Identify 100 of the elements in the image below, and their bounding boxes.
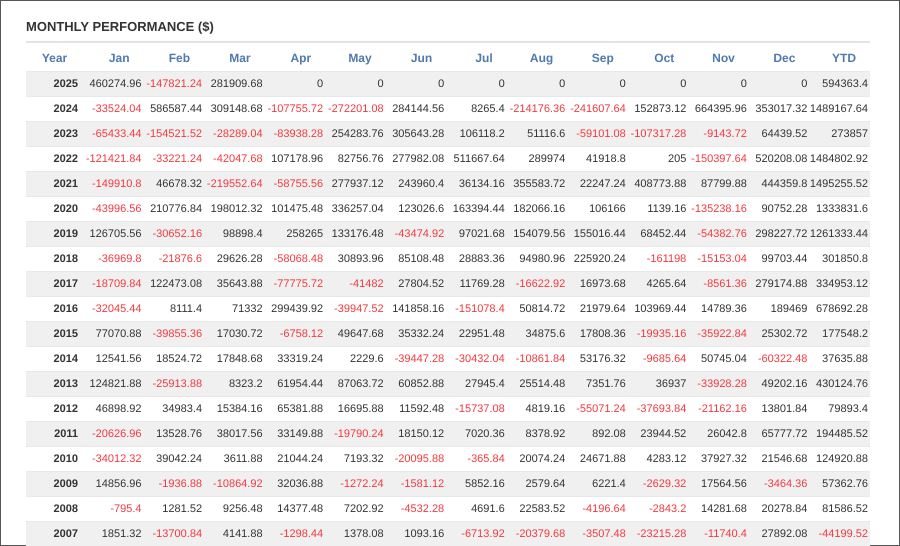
- value-cell: 57362.76: [809, 472, 870, 496]
- value-cell: -43996.56: [83, 196, 144, 222]
- value-cell: 284144.56: [386, 96, 446, 122]
- value-cell: 124821.88: [83, 372, 144, 396]
- value-cell: 0: [506, 72, 568, 96]
- column-header: Feb: [144, 43, 204, 72]
- value-cell: -58755.56: [264, 172, 326, 196]
- value-cell: 678692.28: [809, 296, 870, 322]
- value-cell: 7193.32: [325, 446, 386, 472]
- year-cell: 2008: [26, 496, 83, 522]
- value-cell: -20379.68: [506, 522, 568, 546]
- value-cell: -11740.4: [688, 522, 749, 546]
- value-cell: 0: [688, 72, 749, 96]
- value-cell: -77775.72: [264, 272, 326, 296]
- value-cell: 205: [628, 146, 688, 172]
- value-cell: -83938.28: [264, 122, 326, 146]
- value-cell: -147821.24: [144, 72, 204, 96]
- value-cell: 33319.24: [264, 346, 326, 372]
- value-cell: 22247.24: [567, 172, 628, 196]
- value-cell: 210776.84: [144, 196, 204, 222]
- value-cell: -60322.48: [748, 346, 810, 372]
- value-cell: 225920.24: [567, 246, 628, 272]
- value-cell: -6713.92: [446, 522, 507, 546]
- value-cell: 198012.32: [204, 196, 265, 222]
- value-cell: -19790.24: [325, 422, 386, 446]
- value-cell: 0: [446, 72, 507, 96]
- value-cell: -1272.24: [325, 472, 386, 496]
- value-cell: 18150.12: [386, 422, 446, 446]
- value-cell: -6758.12: [264, 322, 326, 346]
- value-cell: 61954.44: [264, 372, 326, 396]
- value-cell: 20074.24: [506, 446, 568, 472]
- value-cell: 9256.48: [204, 496, 265, 522]
- value-cell: 154079.56: [506, 222, 568, 246]
- value-cell: 38017.56: [204, 422, 265, 446]
- value-cell: 1489167.64: [809, 96, 870, 122]
- value-cell: 25514.48: [506, 372, 568, 396]
- value-cell: -2843.2: [628, 496, 688, 522]
- year-cell: 2017: [26, 272, 83, 296]
- value-cell: -1936.88: [144, 472, 204, 496]
- value-cell: 1281.52: [144, 496, 204, 522]
- value-cell: 586587.44: [144, 96, 204, 122]
- value-cell: 7202.92: [325, 496, 386, 522]
- year-cell: 2025: [26, 72, 83, 96]
- value-cell: 460274.96: [83, 72, 144, 96]
- value-cell: 8323.2: [204, 372, 265, 396]
- value-cell: -107317.28: [628, 122, 688, 146]
- value-cell: 14789.36: [688, 296, 749, 322]
- value-cell: -58068.48: [264, 246, 326, 272]
- value-cell: -150397.64: [688, 146, 749, 172]
- value-cell: -30652.16: [144, 222, 204, 246]
- value-cell: 97021.68: [446, 222, 507, 246]
- value-cell: 16973.68: [567, 272, 628, 296]
- value-cell: 79893.4: [809, 396, 870, 422]
- column-header: May: [325, 43, 386, 72]
- value-cell: 24671.88: [567, 446, 628, 472]
- column-header: Apr: [264, 43, 326, 72]
- year-cell: 2013: [26, 372, 83, 396]
- value-cell: -8561.36: [688, 272, 749, 296]
- value-cell: 430124.76: [809, 372, 870, 396]
- value-cell: 87799.88: [688, 172, 749, 196]
- value-cell: 298227.72: [748, 222, 810, 246]
- value-cell: 81586.52: [809, 496, 870, 522]
- column-header: Aug: [506, 43, 568, 72]
- value-cell: 1851.32: [83, 522, 144, 546]
- value-cell: -36969.8: [83, 246, 144, 272]
- value-cell: 90752.28: [748, 196, 810, 222]
- year-cell: 2012: [26, 396, 83, 422]
- value-cell: 11769.28: [446, 272, 507, 296]
- value-cell: -41482: [325, 272, 386, 296]
- value-cell: 98898.4: [204, 222, 265, 246]
- value-cell: -21876.6: [144, 246, 204, 272]
- value-cell: 1093.16: [386, 522, 446, 546]
- value-cell: 5852.16: [446, 472, 507, 496]
- value-cell: -795.4: [83, 496, 144, 522]
- value-cell: 27945.4: [446, 372, 507, 396]
- value-cell: 520208.08: [748, 146, 810, 172]
- value-cell: 71332: [204, 296, 265, 322]
- value-cell: 53176.32: [567, 346, 628, 372]
- value-cell: -135238.16: [688, 196, 749, 222]
- value-cell: -39855.36: [144, 322, 204, 346]
- value-cell: -3464.36: [748, 472, 810, 496]
- value-cell: 35643.88: [204, 272, 265, 296]
- value-cell: -33928.28: [688, 372, 749, 396]
- value-cell: 243960.4: [386, 172, 446, 196]
- value-cell: 355583.72: [506, 172, 568, 196]
- value-cell: -65433.44: [83, 122, 144, 146]
- year-cell: 2011: [26, 422, 83, 446]
- value-cell: -28289.04: [204, 122, 265, 146]
- value-cell: -20095.88: [386, 446, 446, 472]
- year-cell: 2021: [26, 172, 83, 196]
- year-cell: 2023: [26, 122, 83, 146]
- column-header: Jun: [386, 43, 446, 72]
- value-cell: 0: [264, 72, 326, 96]
- table-title: MONTHLY PERFORMANCE ($): [26, 19, 870, 43]
- value-cell: 194485.52: [809, 422, 870, 446]
- value-cell: -219552.64: [204, 172, 265, 196]
- value-cell: 13801.84: [748, 396, 810, 422]
- value-cell: -33221.24: [144, 146, 204, 172]
- value-cell: 1484802.92: [809, 146, 870, 172]
- value-cell: -55071.24: [567, 396, 628, 422]
